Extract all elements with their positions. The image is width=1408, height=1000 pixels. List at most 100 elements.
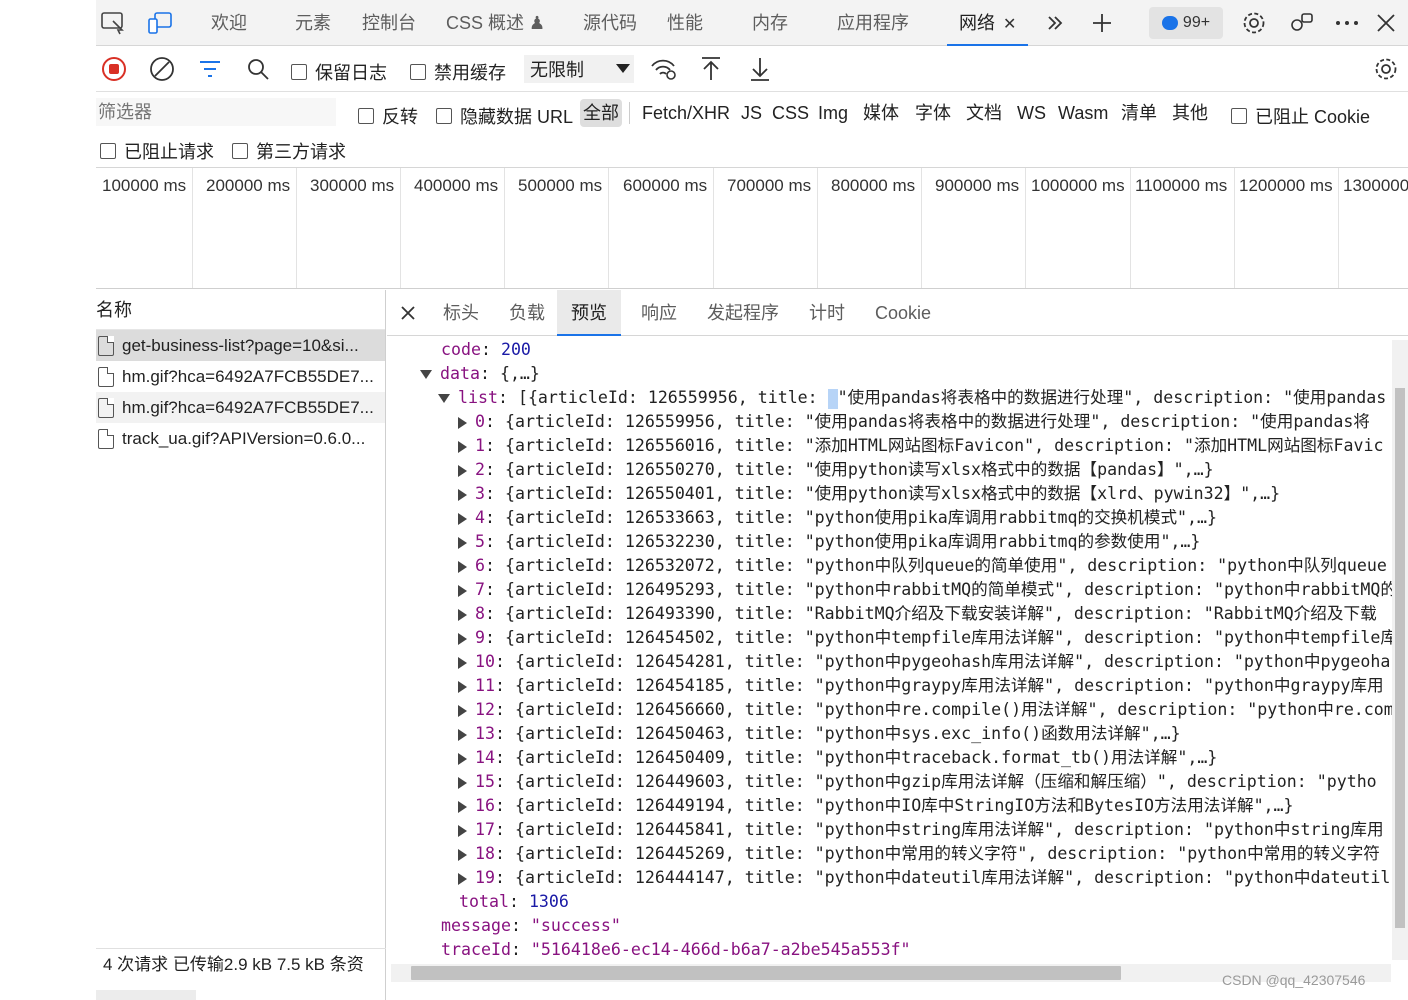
disable-cache-checkbox[interactable]: 禁用缓存 [410, 59, 506, 85]
type-filter-fetch-xhr[interactable]: Fetch/XHR [639, 99, 733, 127]
expand-triangle-icon[interactable] [438, 394, 450, 403]
tab-cookies[interactable]: Cookie [861, 290, 945, 336]
tab-elements[interactable]: 元素 [295, 0, 331, 46]
blocked-cookies-checkbox[interactable]: 已阻止 Cookie [1231, 103, 1370, 129]
collapsed-triangle-icon[interactable] [458, 608, 467, 621]
vertical-scrollbar[interactable] [1392, 340, 1408, 960]
json-preview[interactable]: code: 200 data: {,…} list: [{articleId: … [387, 337, 1393, 963]
type-filter-font[interactable]: 字体 [912, 99, 954, 127]
tab-sources[interactable]: 源代码 [583, 0, 637, 46]
json-line-data[interactable]: data: {,…} [420, 362, 540, 386]
tab-timing[interactable]: 计时 [795, 290, 859, 336]
inspect-element-icon[interactable] [98, 8, 128, 38]
tab-payload[interactable]: 负载 [495, 290, 559, 336]
request-row[interactable]: hm.gif?hca=6492A7FCB55DE7... [96, 361, 385, 392]
json-list-item[interactable]: 7: {articleId: 126495293, title: "python… [458, 578, 1393, 602]
checkbox-box[interactable] [100, 143, 116, 159]
tab-network[interactable]: 网络 ✕ [947, 0, 1029, 46]
more-tabs-icon[interactable] [1040, 8, 1070, 38]
record-icon[interactable] [99, 55, 129, 83]
tab-application[interactable]: 应用程序 [837, 0, 909, 46]
tab-performance[interactable]: 性能 [667, 0, 703, 46]
type-filter-all[interactable]: 全部 [580, 99, 622, 127]
collapsed-triangle-icon[interactable] [458, 488, 467, 501]
type-filter-ws[interactable]: WS [1014, 99, 1049, 127]
json-list-item[interactable]: 2: {articleId: 126550270, title: "使用pyth… [458, 458, 1214, 482]
json-list-item[interactable]: 0: {articleId: 126559956, title: "使用pand… [458, 410, 1370, 434]
third-party-checkbox[interactable]: 第三方请求 [232, 138, 346, 164]
filter-icon[interactable] [195, 55, 225, 83]
checkbox-box[interactable] [1231, 108, 1247, 124]
collapsed-triangle-icon[interactable] [458, 704, 467, 717]
json-list-item[interactable]: 12: {articleId: 126456660, title: "pytho… [458, 698, 1393, 722]
json-list-item[interactable]: 11: {articleId: 126454185, title: "pytho… [458, 674, 1384, 698]
type-filter-js[interactable]: JS [738, 99, 765, 127]
checkbox-box[interactable] [291, 64, 307, 80]
json-list-item[interactable]: 5: {articleId: 126532230, title: "python… [458, 530, 1200, 554]
collapsed-triangle-icon[interactable] [458, 416, 467, 429]
network-settings-gear-icon[interactable] [1371, 55, 1401, 83]
blocked-requests-checkbox[interactable]: 已阻止请求 [100, 138, 214, 164]
collapsed-triangle-icon[interactable] [458, 632, 467, 645]
import-har-icon[interactable] [696, 55, 726, 83]
collapsed-triangle-icon[interactable] [458, 752, 467, 765]
add-tab-icon[interactable] [1087, 8, 1117, 38]
collapsed-triangle-icon[interactable] [458, 800, 467, 813]
close-devtools-icon[interactable] [1371, 8, 1401, 38]
request-row[interactable]: hm.gif?hca=6492A7FCB55DE7... [96, 392, 385, 423]
scrollbar-thumb[interactable] [1395, 388, 1405, 928]
json-list-item[interactable]: 13: {articleId: 126450463, title: "pytho… [458, 722, 1181, 746]
issues-badge[interactable]: 99+ [1149, 7, 1223, 39]
collapsed-triangle-icon[interactable] [458, 464, 467, 477]
device-emulation-icon[interactable] [145, 8, 175, 38]
collapsed-triangle-icon[interactable] [458, 656, 467, 669]
preserve-log-checkbox[interactable]: 保留日志 [291, 59, 387, 85]
json-list-item[interactable]: 10: {articleId: 126454281, title: "pytho… [458, 650, 1390, 674]
collapsed-triangle-icon[interactable] [458, 824, 467, 837]
json-list-item[interactable]: 1: {articleId: 126556016, title: "添加HTML… [458, 434, 1383, 458]
type-filter-css[interactable]: CSS [769, 99, 812, 127]
checkbox-box[interactable] [232, 143, 248, 159]
type-filter-manifest[interactable]: 清单 [1118, 99, 1160, 127]
export-har-icon[interactable] [745, 55, 775, 83]
json-list-item[interactable]: 17: {articleId: 126445841, title: "pytho… [458, 818, 1384, 842]
request-row[interactable]: track_ua.gif?APIVersion=0.6.0... [96, 423, 385, 454]
request-row[interactable]: get-business-list?page=10&si... [96, 330, 385, 361]
invert-checkbox[interactable]: 反转 [358, 103, 418, 129]
tab-initiator[interactable]: 发起程序 [693, 290, 793, 336]
settings-gear-icon[interactable] [1239, 8, 1269, 38]
collapsed-triangle-icon[interactable] [458, 728, 467, 741]
json-list-item[interactable]: 4: {articleId: 126533663, title: "python… [458, 506, 1217, 530]
tab-console[interactable]: 控制台 [362, 0, 416, 46]
checkbox-box[interactable] [358, 108, 374, 124]
tab-preview[interactable]: 预览 [557, 290, 621, 336]
search-icon[interactable] [243, 55, 273, 83]
tab-welcome[interactable]: 欢迎 [211, 0, 247, 46]
close-detail-icon[interactable] [399, 304, 417, 322]
json-line-list[interactable]: list: [{articleId: 126559956, title: "使用… [438, 386, 1386, 410]
type-filter-img[interactable]: Img [815, 99, 851, 127]
tab-memory[interactable]: 内存 [752, 0, 788, 46]
checkbox-box[interactable] [436, 108, 452, 124]
tab-css-overview[interactable]: CSS 概述 ♟ [446, 0, 545, 46]
json-list-item[interactable]: 3: {articleId: 126550401, title: "使用pyth… [458, 482, 1280, 506]
json-list-item[interactable]: 6: {articleId: 126532072, title: "python… [458, 554, 1387, 578]
collapsed-triangle-icon[interactable] [458, 512, 467, 525]
more-options-icon[interactable] [1332, 8, 1362, 38]
hide-data-urls-checkbox[interactable]: 隐藏数据 URL [436, 103, 573, 129]
throttling-select[interactable]: 无限制 [524, 55, 634, 83]
type-filter-media[interactable]: 媒体 [860, 99, 902, 127]
type-filter-doc[interactable]: 文档 [963, 99, 1005, 127]
type-filter-other[interactable]: 其他 [1169, 99, 1211, 127]
timeline-overview[interactable]: 100000 ms 200000 ms 300000 ms 400000 ms … [96, 168, 1408, 289]
collapsed-triangle-icon[interactable] [458, 776, 467, 789]
network-conditions-icon[interactable] [649, 55, 679, 83]
json-list-item[interactable]: 9: {articleId: 126454502, title: "python… [458, 626, 1393, 650]
json-list-item[interactable]: 18: {articleId: 126445269, title: "pytho… [458, 842, 1380, 866]
collapsed-triangle-icon[interactable] [458, 584, 467, 597]
tab-headers[interactable]: 标头 [429, 290, 493, 336]
json-list-item[interactable]: 16: {articleId: 126449194, title: "pytho… [458, 794, 1294, 818]
filter-input[interactable] [96, 98, 336, 126]
json-list-item[interactable]: 19: {articleId: 126444147, title: "pytho… [458, 866, 1390, 890]
name-column-header[interactable]: 名称 [96, 290, 385, 330]
